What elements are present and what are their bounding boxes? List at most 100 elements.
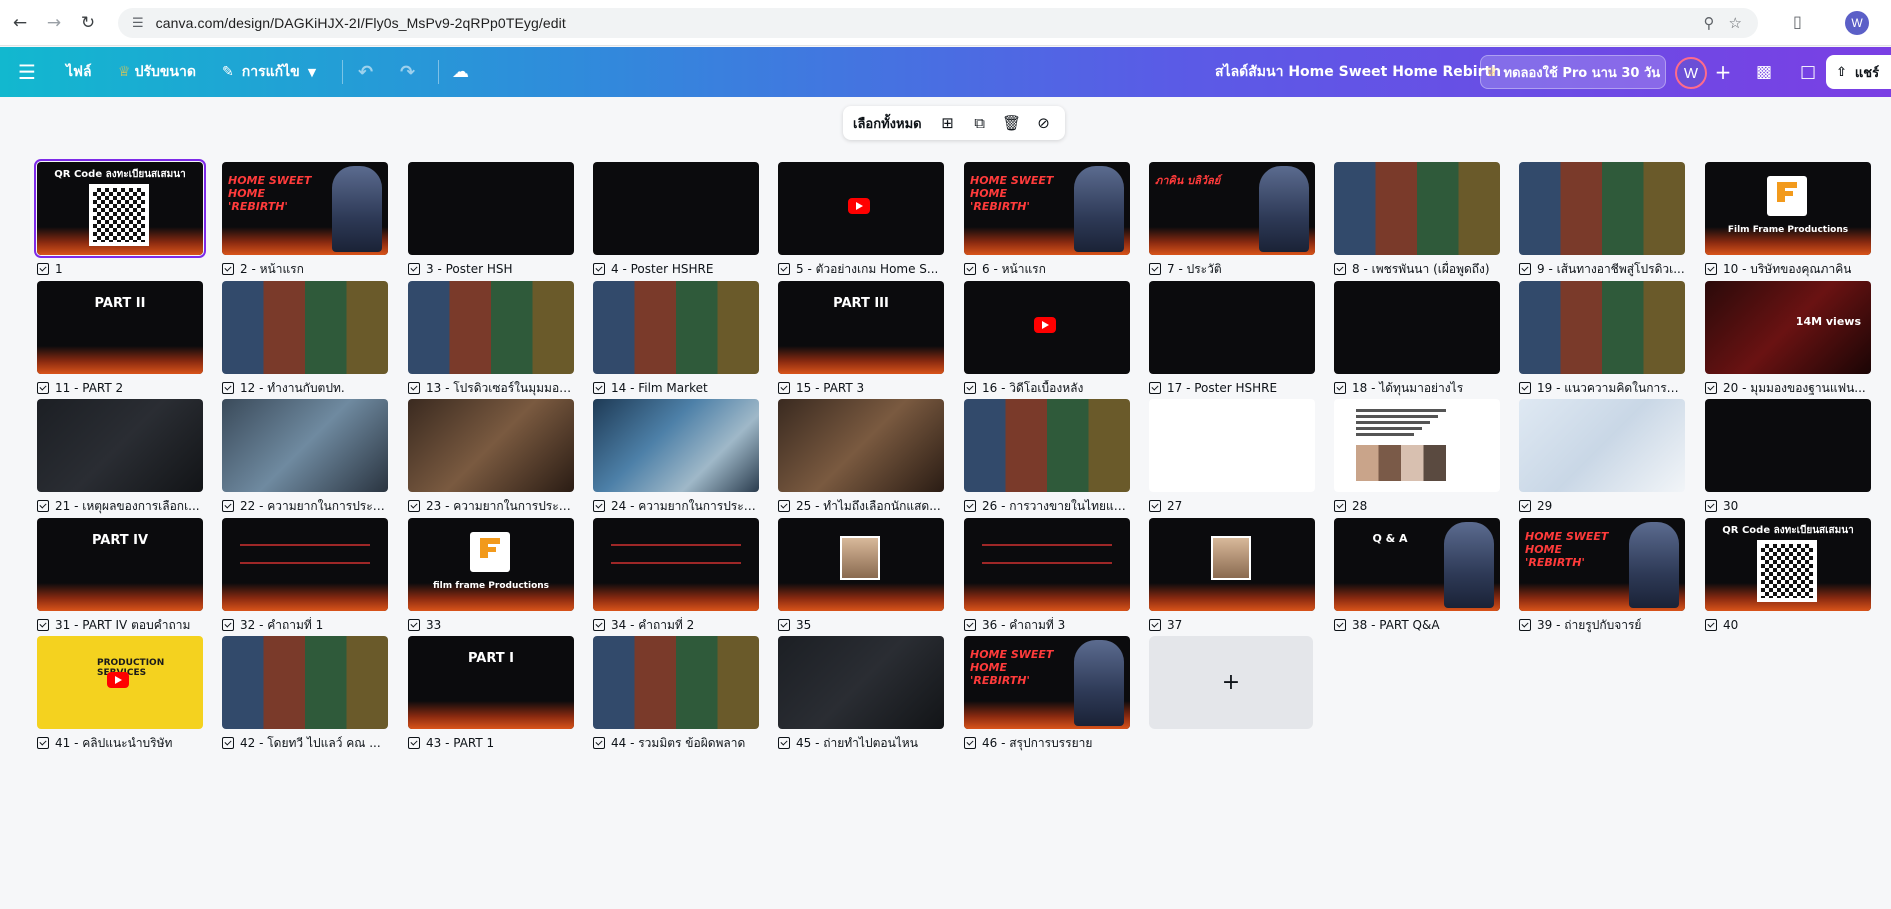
slide-card[interactable]: 42 - โดยทวี ไปแลว์ คณ ... — [222, 636, 388, 751]
slide-thumbnail[interactable] — [1149, 518, 1315, 611]
slide-card[interactable]: 26 - การวางขายในไทยแล... — [964, 399, 1130, 514]
user-avatar[interactable]: W — [1675, 57, 1707, 89]
slide-thumbnail[interactable]: PART III — [778, 281, 944, 374]
slide-label[interactable]: 16 - วิดีโอเบื้องหลัง — [982, 380, 1083, 396]
slide-label[interactable]: 19 - แนวความคิดในการพั... — [1537, 380, 1685, 396]
menu-icon[interactable]: ☰ — [18, 47, 36, 97]
slide-label[interactable]: 27 — [1167, 499, 1182, 513]
slide-label[interactable]: 35 — [796, 618, 811, 632]
slide-card[interactable]: 37 — [1149, 518, 1315, 633]
slide-thumbnail[interactable] — [408, 281, 574, 374]
slide-thumbnail[interactable] — [778, 518, 944, 611]
notes-icon[interactable] — [1519, 500, 1531, 512]
slide-thumbnail[interactable] — [593, 162, 759, 255]
slide-thumbnail[interactable] — [593, 399, 759, 492]
slide-thumbnail[interactable]: HOME SWEET HOME 'REBIRTH' — [222, 162, 388, 255]
notes-icon[interactable] — [37, 500, 49, 512]
notes-icon[interactable] — [1519, 619, 1531, 631]
slide-card[interactable]: 30 — [1705, 399, 1871, 514]
notes-icon[interactable] — [1334, 263, 1346, 275]
notes-icon[interactable] — [37, 263, 49, 275]
notes-icon[interactable] — [778, 737, 790, 749]
duplicate-page-icon[interactable]: ⧉ — [966, 109, 994, 137]
slide-label[interactable]: 6 - หน้าแรก — [982, 261, 1046, 277]
slide-thumbnail[interactable] — [222, 281, 388, 374]
slide-card[interactable]: PART II 11 - PART 2 — [37, 281, 203, 396]
slide-label[interactable]: 9 - เส้นทางอาชีพสู่โปรดิวเ... — [1537, 261, 1685, 277]
slide-card[interactable]: HOME SWEET HOME 'REBIRTH' 46 - สรุปการบรร… — [964, 636, 1130, 751]
slide-card[interactable]: 14 - Film Market — [593, 281, 759, 396]
slide-label[interactable]: 28 — [1352, 499, 1367, 513]
notes-icon[interactable] — [593, 737, 605, 749]
slide-thumbnail[interactable] — [778, 399, 944, 492]
slide-label[interactable]: 32 - คำถามที่ 1 — [240, 617, 323, 633]
notes-icon[interactable] — [778, 619, 790, 631]
slide-thumbnail[interactable] — [408, 162, 574, 255]
comments-icon[interactable]: □ — [1792, 56, 1824, 88]
slide-label[interactable]: 43 - PART 1 — [426, 736, 494, 750]
pro-trial-button[interactable]: ♕ ทดลองใช้ Pro นาน 30 วัน — [1480, 55, 1666, 89]
slide-card[interactable]: QR Code ลงทะเบียนสเสมนา 40 — [1705, 518, 1871, 633]
slide-card[interactable]: 32 - คำถามที่ 1 — [222, 518, 388, 633]
slide-card[interactable]: 24 - ความยากในการประส... — [593, 399, 759, 514]
slide-label[interactable]: 4 - Poster HSHRE — [611, 262, 713, 276]
slide-thumbnail[interactable] — [1519, 162, 1685, 255]
slide-card[interactable]: 3 - Poster HSH — [408, 162, 574, 277]
notes-icon[interactable] — [37, 737, 49, 749]
slide-thumbnail[interactable]: PART I — [408, 636, 574, 729]
slide-card[interactable]: 28 — [1334, 399, 1500, 514]
add-page-icon[interactable]: ⊞ — [934, 109, 962, 137]
notes-icon[interactable] — [408, 500, 420, 512]
slide-card[interactable]: 4 - Poster HSHRE — [593, 162, 759, 277]
slide-label[interactable]: 10 - บริษัทของคุณภาคิน — [1723, 261, 1851, 277]
add-slide-button[interactable]: + — [1149, 636, 1313, 729]
slide-card[interactable]: 17 - Poster HSHRE — [1149, 281, 1315, 396]
slide-card[interactable]: 19 - แนวความคิดในการพั... — [1519, 281, 1685, 396]
slide-card[interactable]: 8 - เพชรพันนา (เผื่อพูดถึง) — [1334, 162, 1500, 277]
slide-thumbnail[interactable]: Q & A — [1334, 518, 1500, 611]
slide-thumbnail[interactable]: QR Code ลงทะเบียนสเสมนา — [1705, 518, 1871, 611]
zoom-icon[interactable]: ⚲ — [1704, 14, 1715, 32]
slide-label[interactable]: 33 — [426, 618, 441, 632]
slide-label[interactable]: 14 - Film Market — [611, 381, 708, 395]
slide-label[interactable]: 20 - มุมมองของฐานแฟน... — [1723, 380, 1866, 396]
slide-thumbnail[interactable] — [1519, 399, 1685, 492]
notes-icon[interactable] — [1149, 619, 1161, 631]
slide-label[interactable]: 1 — [55, 262, 63, 276]
slide-thumbnail[interactable] — [964, 518, 1130, 611]
slide-thumbnail[interactable] — [1334, 162, 1500, 255]
notes-icon[interactable] — [1705, 263, 1717, 275]
bookmark-star-icon[interactable]: ☆ — [1729, 14, 1742, 32]
slide-card[interactable]: HOME SWEET HOME 'REBIRTH' 39 - ถ่ายรูปกับ… — [1519, 518, 1685, 633]
slide-thumbnail[interactable]: PRODUCTION SERVICES — [37, 636, 203, 729]
slide-thumbnail[interactable]: ภาคิน บลิวัลย์ — [1149, 162, 1315, 255]
slide-thumbnail[interactable]: HOME SWEET HOME 'REBIRTH' — [964, 162, 1130, 255]
slide-label[interactable]: 12 - ทำงานกับตปท. — [240, 380, 345, 396]
notes-icon[interactable] — [222, 737, 234, 749]
slide-label[interactable]: 42 - โดยทวี ไปแลว์ คณ ... — [240, 735, 381, 751]
slide-card[interactable]: 16 - วิดีโอเบื้องหลัง — [964, 281, 1130, 396]
slide-label[interactable]: 21 - เหตุผลของการเลือกเ... — [55, 498, 200, 514]
slide-card[interactable]: 18 - ได้ทุนมาอย่างไร — [1334, 281, 1500, 396]
slide-thumbnail[interactable] — [37, 399, 203, 492]
address-bar[interactable]: ☰ canva.com/design/DAGKiHJX-2I/Fly0s_MsP… — [118, 8, 1758, 38]
notes-icon[interactable] — [222, 382, 234, 394]
slide-card[interactable]: film frame Productions 33 — [408, 518, 574, 633]
slide-thumbnail[interactable] — [222, 636, 388, 729]
slide-label[interactable]: 39 - ถ่ายรูปกับจารย์ — [1537, 617, 1641, 633]
slide-card[interactable]: 36 - คำถามที่ 3 — [964, 518, 1130, 633]
slide-label[interactable]: 40 — [1723, 618, 1738, 632]
slide-thumbnail[interactable] — [593, 281, 759, 374]
notes-icon[interactable] — [778, 500, 790, 512]
select-all-button[interactable]: เลือกทั้งหมด — [853, 113, 922, 134]
notes-icon[interactable] — [408, 737, 420, 749]
edit-mode-button[interactable]: ✎ การแก้ไข ▼ — [222, 47, 316, 97]
slide-card[interactable]: 44 - รวมมิตร ข้อผิดพลาด — [593, 636, 759, 751]
slide-label[interactable]: 3 - Poster HSH — [426, 262, 513, 276]
slide-card[interactable]: 9 - เส้นทางอาชีพสู่โปรดิวเ... — [1519, 162, 1685, 277]
slide-label[interactable]: 26 - การวางขายในไทยแล... — [982, 498, 1130, 514]
slide-card[interactable]: HOME SWEET HOME 'REBIRTH' 2 - หน้าแรก — [222, 162, 388, 277]
notes-icon[interactable] — [1705, 619, 1717, 631]
slide-label[interactable]: 44 - รวมมิตร ข้อผิดพลาด — [611, 735, 745, 751]
slide-thumbnail[interactable] — [964, 281, 1130, 374]
